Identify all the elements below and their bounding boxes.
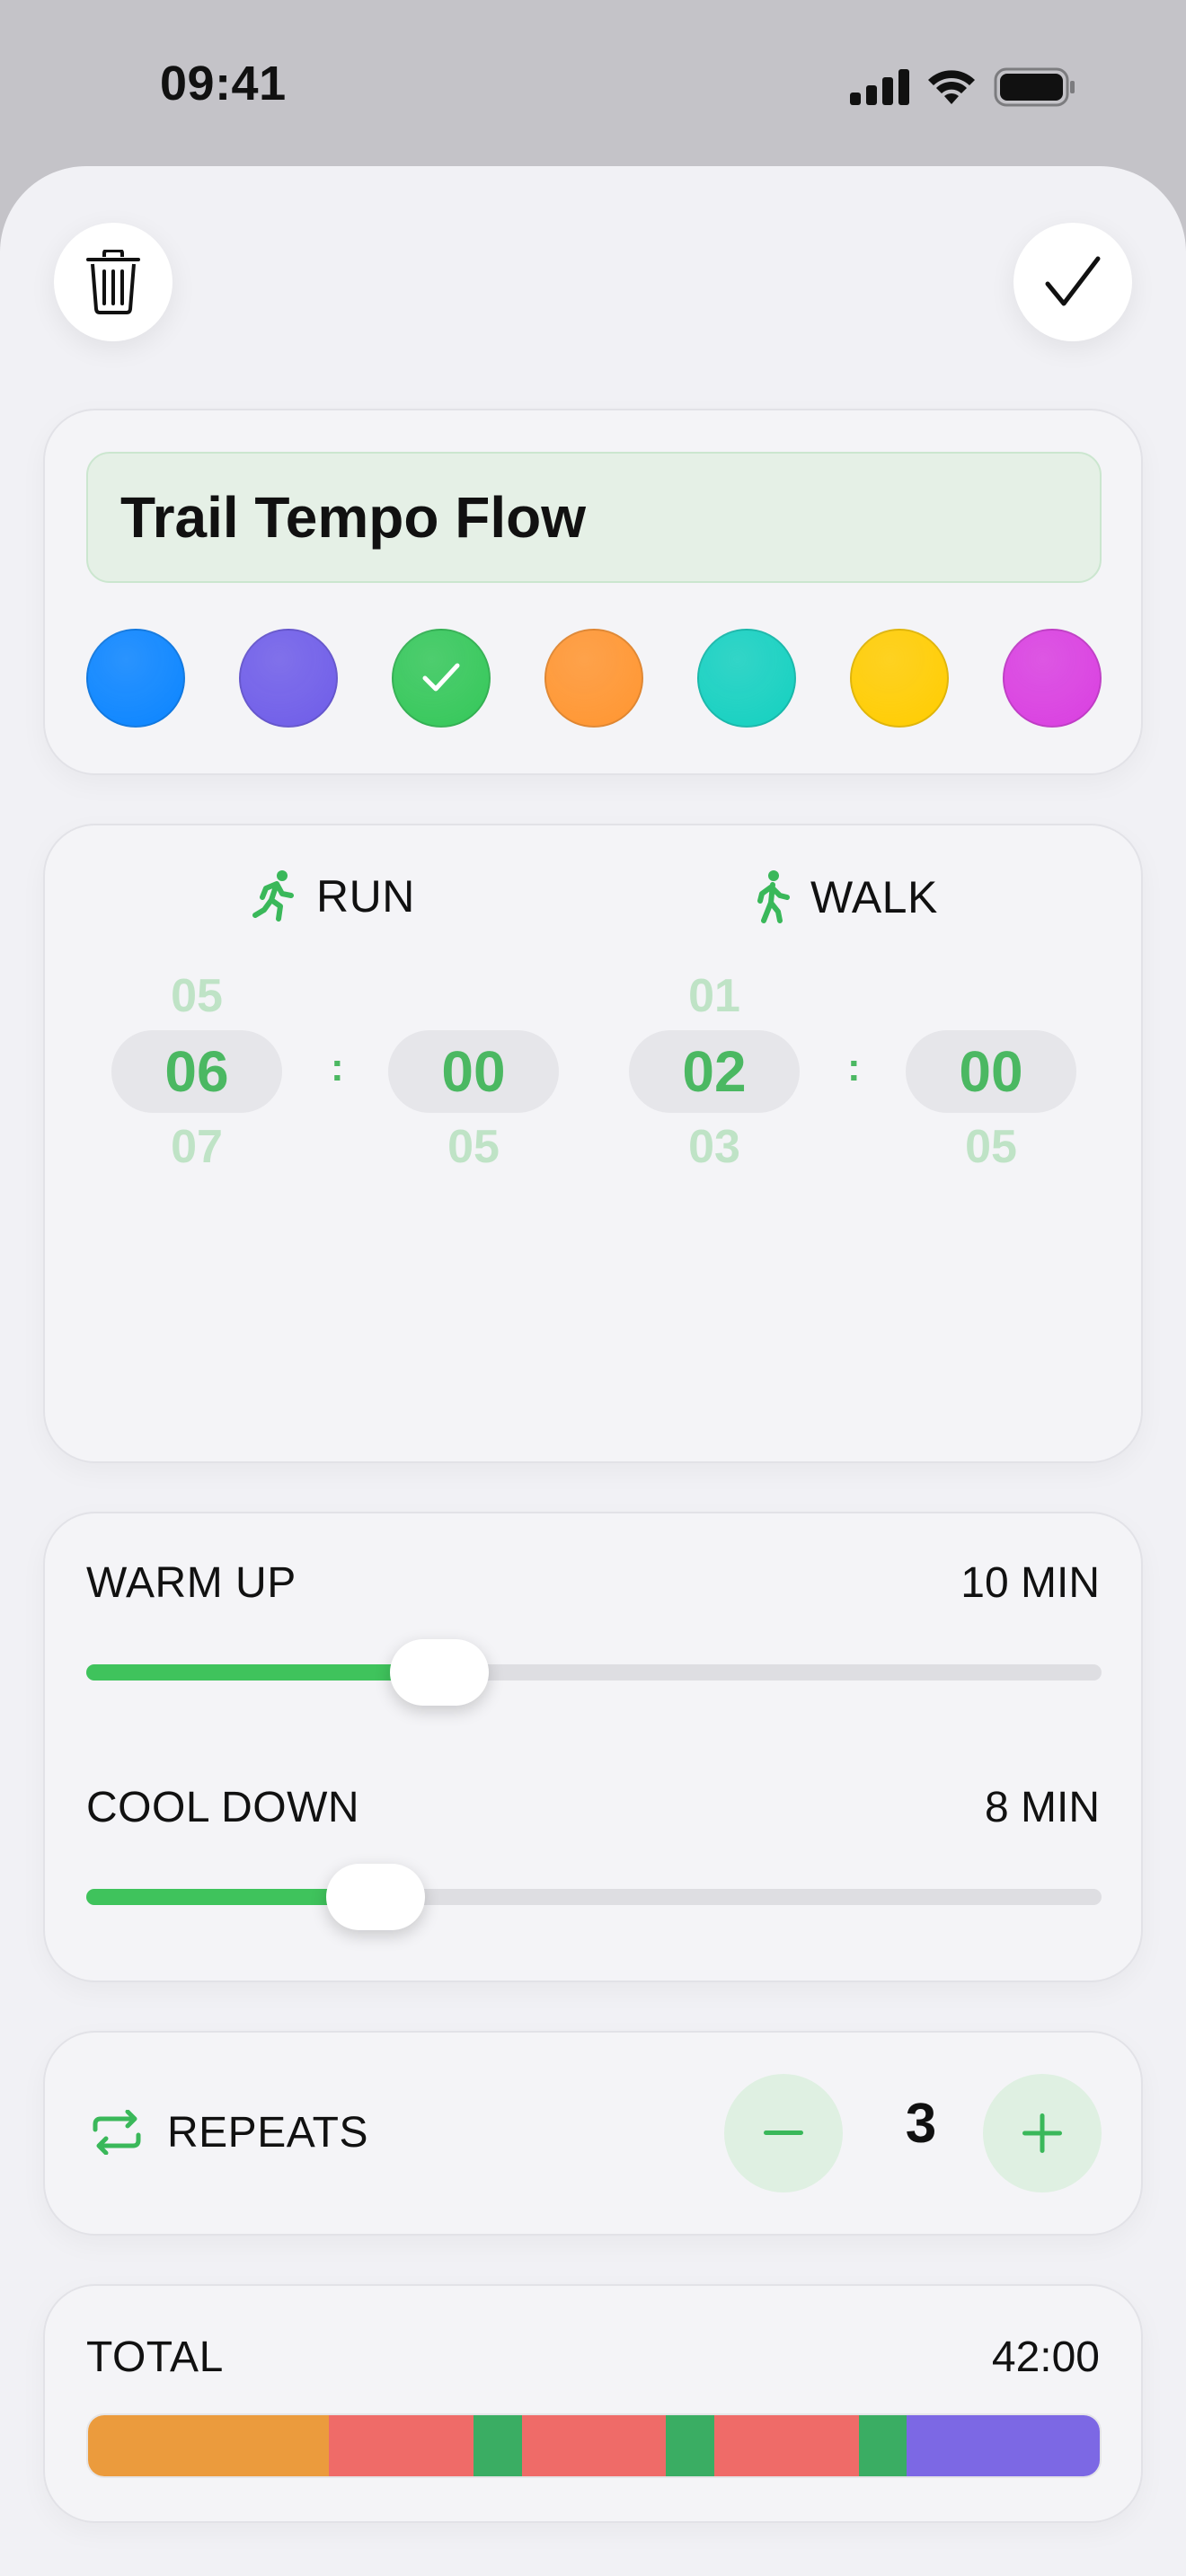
color-swatch[interactable] [86,629,185,728]
selected-checkmark-icon [422,663,460,692]
picker-option: 01 [688,970,740,1022]
walk-separator: : [847,1045,861,1090]
color-swatch[interactable] [239,629,338,728]
decrement-repeats-button[interactable] [724,2074,843,2192]
name-color-card [43,409,1143,775]
walk-minutes-picker[interactable]: 01 02 03 [629,969,800,1194]
cool-down-slider-thumb[interactable] [326,1864,426,1930]
warmup-cooldown-card: WARM UP 10 MIN COOL DOWN 8 MIN [43,1512,1143,1982]
run-header: RUN [252,870,415,922]
picker-selected: 06 [111,1030,282,1113]
repeats-label: REPEATS [167,2109,368,2157]
run-label: RUN [316,871,415,922]
picker-selected: 00 [388,1030,559,1113]
timeline-segment-walk [473,2415,522,2476]
picker-option: 07 [171,1121,223,1173]
repeats-count: 3 [905,2093,937,2155]
repeat-icon [93,2110,141,2155]
picker-option: 03 [688,1121,740,1173]
workout-name-input[interactable] [86,452,1102,583]
warm-up-slider[interactable] [86,1639,1102,1706]
walk-seconds-picker[interactable]: 00 05 [906,969,1076,1194]
walk-label: WALK [810,872,938,922]
checkmark-icon [1045,256,1101,306]
total-card: TOTAL 42:00 [43,2284,1143,2523]
battery-icon [994,67,1075,107]
color-swatch[interactable] [392,629,491,728]
walk-header: WALK [755,870,938,924]
run-icon [252,870,294,922]
total-label: TOTAL [86,2333,224,2381]
picker-selected: 00 [906,1030,1076,1113]
timeline-segment-cool-down [907,2415,1100,2476]
cellular-signal-icon [850,69,909,105]
timeline-segment-walk [858,2415,907,2476]
delete-button[interactable] [54,223,173,341]
walk-icon [757,870,790,923]
cool-down-label: COOL DOWN [86,1784,360,1831]
picker-option: 05 [447,1121,500,1173]
color-swatch[interactable] [1003,629,1102,728]
wifi-icon [928,70,975,104]
cool-down-value: 8 MIN [984,1784,1100,1831]
color-swatch[interactable] [850,629,949,728]
run-seconds-picker[interactable]: 00 05 [388,969,559,1194]
confirm-button[interactable] [1013,223,1132,341]
cool-down-slider[interactable] [86,1864,1102,1930]
timeline-segment-run [521,2415,667,2476]
repeats-card: REPEATS 3 [43,2031,1143,2236]
minus-icon [764,2130,803,2135]
picker-option: 05 [171,970,223,1022]
timeline-segment-warm-up [88,2415,330,2476]
plus-icon [1022,2113,1062,2153]
run-minutes-picker[interactable]: 05 06 07 [111,969,282,1194]
timeline-segment-run [329,2415,474,2476]
status-icons [850,65,1076,110]
timeline-segment-walk [666,2415,714,2476]
status-bar: 09:41 [0,0,1186,167]
increment-repeats-button[interactable] [983,2074,1102,2192]
color-swatch[interactable] [697,629,796,728]
status-time: 09:41 [160,57,287,110]
interval-card: RUN WALK 05 06 07 : 00 05 01 02 03 : 00 … [43,824,1143,1463]
run-separator: : [331,1045,344,1090]
warm-up-slider-thumb[interactable] [390,1639,490,1706]
color-swatches [86,629,1102,728]
timeline-segment-run [714,2415,859,2476]
total-value: 42:00 [991,2333,1100,2381]
picker-option: 05 [965,1121,1017,1173]
workout-editor-sheet: RUN WALK 05 06 07 : 00 05 01 02 03 : [0,166,1186,2576]
warm-up-value: 10 MIN [960,1559,1100,1607]
total-timeline-bar [86,2413,1102,2478]
picker-selected: 02 [629,1030,800,1113]
color-swatch[interactable] [544,629,643,728]
warm-up-label: WARM UP [86,1559,296,1607]
trash-icon [86,250,140,314]
warm-up-slider-fill [86,1664,440,1681]
